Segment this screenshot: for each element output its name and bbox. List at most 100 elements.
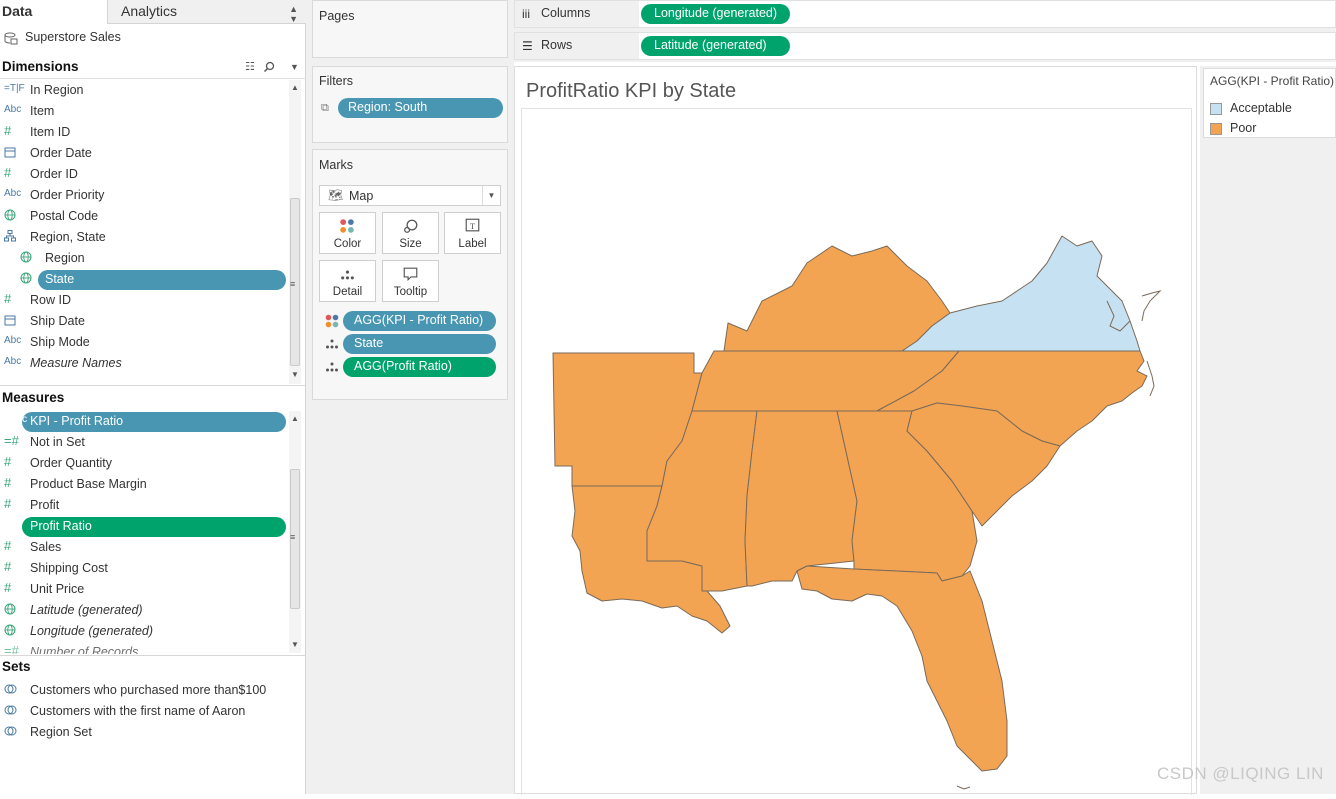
measure-field[interactable]: # Sales [0,537,288,558]
scroll-down-icon[interactable]: ▼ [291,640,299,649]
dimension-label: Region [45,251,85,265]
measure-field[interactable]: # Shipping Cost [0,558,288,579]
tab-analytics-label: Analytics [121,3,178,19]
dimension-field[interactable]: Postal Code [0,206,288,227]
state-kentucky [723,245,951,352]
scroll-up-icon[interactable]: ▲ [291,414,299,423]
map-svg[interactable] [522,109,1191,796]
dimension-type-icon [4,146,24,161]
measure-type-icon: =# [4,433,19,448]
datasource-icon [4,32,18,45]
dimension-type-icon: Abc [4,188,22,199]
set-field[interactable]: Region Set [0,722,288,743]
measure-field[interactable]: # Unit Price [0,579,288,600]
marks-pill-kpi[interactable]: AGG(KPI - Profit Ratio) [343,311,496,331]
dimension-field[interactable]: Abc Ship Mode [0,332,288,353]
measure-field[interactable]: =# Number of Records [0,642,288,654]
scroll-down-icon[interactable]: ▼ [291,370,299,379]
dimension-type-icon [20,251,40,266]
measures-scrollbar[interactable]: ▲ ≡ ▼ [289,411,301,653]
dimension-label: State [45,272,75,286]
dimension-field[interactable]: Order Date [0,143,288,164]
chevron-down-icon[interactable]: ▼ [482,186,500,205]
filters-card[interactable]: Filters ⧉ Region: South [312,66,508,143]
label-label: Label [458,238,487,250]
view-list-icon[interactable]: ☷ [245,60,255,73]
datasource-item[interactable]: Superstore Sales [0,27,306,51]
dimension-field[interactable]: Region, State [0,227,288,248]
scroll-up-icon[interactable]: ▲ [291,83,299,92]
dimension-type-icon: Abc [4,356,22,367]
filter-icon: ⧉ [321,102,329,114]
dimension-field[interactable]: Region [0,248,288,269]
color-legend[interactable]: AGG(KPI - Profit Ratio) Acceptable Poor [1203,68,1336,138]
chevron-down-icon[interactable]: ▼ [290,62,299,72]
mark-type-dropdown[interactable]: 🗺 Map ▼ [319,185,501,206]
dimension-field[interactable]: Ship Date [0,311,288,332]
measure-type-icon: # [4,559,12,574]
dimension-type-icon: Abc [4,104,22,115]
globe-icon [20,251,32,263]
filter-pill-region[interactable]: Region: South [338,98,503,118]
measure-field[interactable]: # Product Base Margin [0,474,288,495]
dimensions-scrollbar[interactable]: ▲ ≡ ▼ [289,80,301,384]
measure-label: Profit [30,498,60,512]
size-icon [404,219,418,233]
measure-field[interactable]: =# Profit Ratio [0,516,288,537]
dimension-field[interactable]: Abc Item [0,101,288,122]
dimension-label: Ship Date [30,314,85,328]
dimensions-title: Dimensions [2,59,79,74]
measure-field[interactable]: Longitude (generated) [0,621,288,642]
map-view[interactable] [521,108,1192,795]
pages-card[interactable]: Pages [312,0,508,58]
detail-button[interactable]: Detail [319,260,376,302]
set-field[interactable]: Customers who purchased more than$100 [0,680,288,701]
columns-shelf[interactable]: iii Columns Longitude (generated) [514,0,1336,28]
dimension-label: Order Date [30,146,92,160]
measure-field[interactable]: # Profit [0,495,288,516]
dimension-field[interactable]: # Order ID [0,164,288,185]
dimension-field[interactable]: # Item ID [0,122,288,143]
measure-field[interactable]: =# Not in Set [0,432,288,453]
dimension-field[interactable]: # Row ID [0,290,288,311]
color-button[interactable]: Color [319,212,376,254]
tab-data[interactable]: Data [0,0,107,24]
legend-title: AGG(KPI - Profit Ratio) [1210,74,1335,88]
datasource-name: Superstore Sales [25,30,121,44]
dimension-type-icon: # [4,165,12,180]
detail-icon [326,339,338,349]
marks-pill-state[interactable]: State [343,334,496,354]
dimension-field[interactable]: Abc Order Priority [0,185,288,206]
tooltip-icon [403,267,418,282]
size-button[interactable]: Size [382,212,439,254]
state-virginia [901,235,1141,352]
columns-pill-longitude[interactable]: Longitude (generated) [641,4,790,24]
tooltip-button[interactable]: Tooltip [382,260,439,302]
dimension-label: In Region [30,83,84,97]
tab-analytics[interactable]: Analytics ▲ ▼ [107,0,306,24]
set-icon [4,683,24,698]
measure-field[interactable]: =Abc KPI - Profit Ratio [0,411,288,432]
tab-sort-icon[interactable]: ▲ ▼ [289,4,298,24]
measure-field[interactable]: Latitude (generated) [0,600,288,621]
measure-field[interactable]: # Order Quantity [0,453,288,474]
rows-pill-latitude[interactable]: Latitude (generated) [641,36,790,56]
rows-shelf[interactable]: ☰ Rows Latitude (generated) [514,32,1336,60]
search-icon[interactable] [263,61,275,73]
label-button[interactable]: T Label [444,212,501,254]
measure-type-icon: # [4,475,12,490]
measure-label: Number of Records [30,645,139,654]
legend-label: Poor [1230,121,1257,135]
shelves: iii Columns Longitude (generated) ☰ Rows… [514,0,1336,62]
sheet-title[interactable]: ProfitRatio KPI by State [526,80,736,103]
dimension-label: Order ID [30,167,78,181]
measures-header: Measures [0,390,306,405]
svg-text:T: T [470,221,476,231]
dimension-field[interactable]: State [0,269,288,290]
dimension-field[interactable]: Abc Measure Names [0,353,288,374]
measure-type-icon [4,603,24,618]
dimension-field[interactable]: =T|F In Region [0,80,288,101]
marks-pill-profit-ratio[interactable]: AGG(Profit Ratio) [343,357,496,377]
dimension-type-icon [20,272,40,287]
set-field[interactable]: Customers with the first name of Aaron [0,701,288,722]
